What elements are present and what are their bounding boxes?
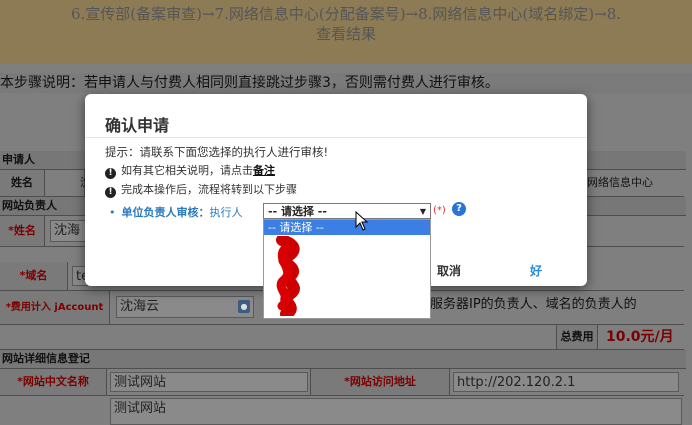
cancel-button[interactable]: 取消 — [437, 262, 461, 279]
bullet-icon: • — [109, 206, 116, 219]
total-fee-amount: 10.0元/月 — [606, 329, 674, 345]
remark-text: 如有其它相关说明，请点击 — [121, 164, 253, 177]
fee-note: 服务器IP的负责人、域名的负责人的 — [430, 297, 637, 312]
fee-account-input[interactable]: 沈海云 — [116, 296, 254, 318]
executor-select-value: -- 请选择 -- — [268, 205, 327, 218]
description-textarea[interactable]: 测试网站 — [110, 398, 682, 425]
help-icon[interactable]: ? — [452, 202, 466, 216]
info-icon: ! — [105, 168, 116, 179]
redaction-scribble — [276, 236, 300, 316]
info-icon: ! — [105, 187, 116, 198]
domain-label: *域名 — [0, 262, 68, 290]
applicant-right-value: 网络信息中心 — [587, 176, 653, 189]
cn-name-input[interactable]: 测试网站 — [110, 372, 308, 392]
url-input[interactable]: http://202.120.2.1 — [453, 372, 679, 392]
dialog-title: 确认申请 — [105, 116, 170, 135]
fee-label: *费用计入 jAccount — [0, 291, 110, 324]
approver-label: 单位负责人审核： — [121, 206, 210, 219]
dialog-item-next-step: ! 完成本操作后，流程将转到以下步骤 — [105, 181, 297, 198]
executor-label: 执行人 — [209, 206, 243, 219]
step-note: 本步骤说明：若申请人与付费人相同则直接跳过步骤3，否则需付费人进行审核。 — [0, 73, 692, 93]
name-label: 姓名 — [0, 170, 45, 196]
dropdown-option[interactable]: -- 请选择 -- — [264, 220, 430, 235]
chevron-down-icon: ▼ — [419, 207, 426, 216]
approver-row: • 单位负责人审核：执行人 — [109, 204, 243, 220]
required-mark: (*) — [433, 205, 446, 216]
owner-name-input[interactable]: 沈海 — [50, 220, 90, 242]
banner-line1: 6.宣传部(备案审查)→7.网络信息中心(分配备案号)→8.网络信息中心(域名绑… — [70, 5, 622, 23]
owner-name-label: *姓名 — [0, 216, 45, 246]
cn-name-label: *网站中文名称 — [0, 369, 107, 395]
user-lookup-icon[interactable]: ● — [238, 300, 250, 313]
total-fee-value: 10.0元/月 — [600, 325, 684, 349]
executor-select[interactable]: -- 请选择 -- ▼ — [263, 203, 431, 219]
url-label: *网站访问地址 — [310, 369, 450, 395]
dialog-tip: 提示：请联系下面您选择的执行人进行审核! — [105, 145, 329, 159]
total-fee-label: 总费用 — [556, 325, 598, 349]
next-step-text: 完成本操作后，流程将转到以下步骤 — [121, 183, 297, 196]
ok-button[interactable]: 好 — [530, 262, 542, 279]
banner-line2: 查看结果 — [315, 25, 376, 43]
workflow-banner: 6.宣传部(备案审查)→7.网络信息中心(分配备案号)→8.网络信息中心(域名绑… — [0, 0, 692, 64]
dialog-item-remark: ! 如有其它相关说明，请点击备注 — [105, 162, 275, 179]
name-value: 沈 — [45, 170, 91, 196]
site-info-section-header: 网站详细信息登记 — [0, 350, 686, 369]
mouse-cursor-icon — [355, 211, 369, 231]
total-fee-row: 总费用 10.0元/月 — [0, 325, 684, 350]
dialog-divider — [85, 137, 587, 138]
site-name-row: *网站中文名称 测试网站 *网站访问地址 http://202.120.2.1 — [0, 369, 684, 396]
remark-link[interactable]: 备注 — [253, 164, 275, 177]
